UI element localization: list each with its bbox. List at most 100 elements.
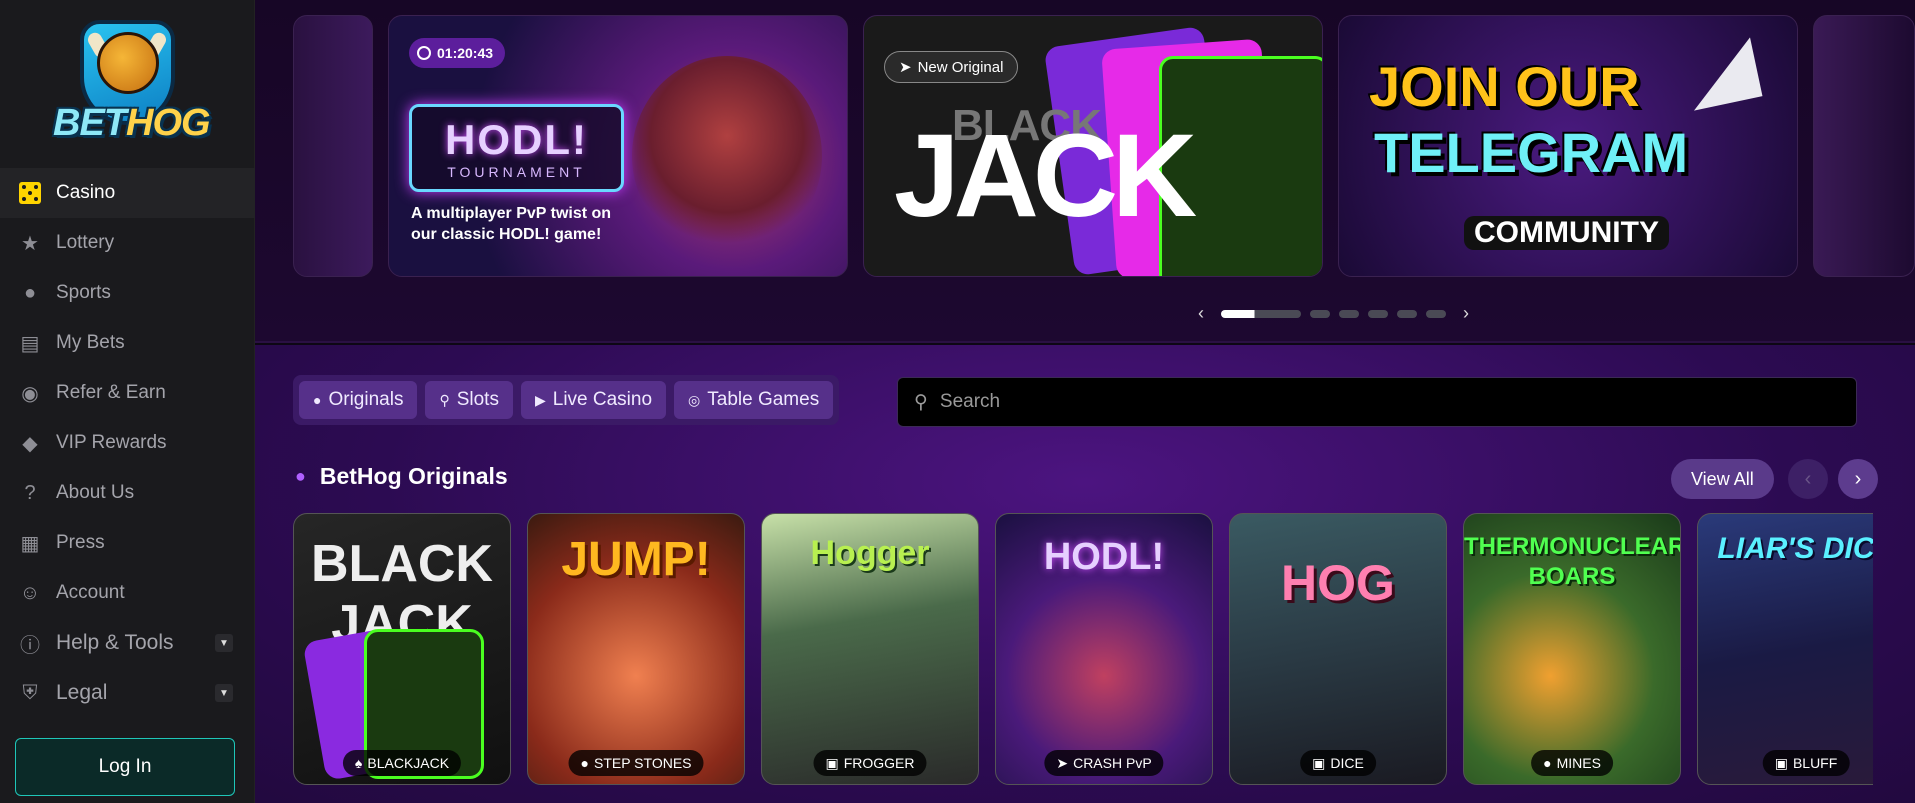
section-header: ● BetHog Originals — [295, 463, 508, 490]
chevron-right-icon: › — [1854, 467, 1862, 490]
pager-dot[interactable] — [1310, 309, 1330, 318]
game-tile-mines[interactable]: THERMONUCLEAR BOARS ● MINES — [1463, 513, 1681, 785]
sidebar-item-label: About Us — [56, 482, 135, 503]
pager-dot[interactable] — [1426, 309, 1446, 318]
tile-label-text: DICE — [1330, 755, 1364, 771]
new-original-text: New Original — [917, 58, 1004, 76]
sidebar-item-vip-rewards[interactable]: ◆ VIP Rewards — [0, 418, 255, 468]
banner-hodl-tournament[interactable]: 01:20:43 HODL! TOURNAMENT A multiplayer … — [388, 15, 848, 277]
sidebar-item-label: Account — [56, 582, 125, 603]
new-original-badge: ➤ New Original — [884, 51, 1019, 83]
sidebar-item-sports[interactable]: ● Sports — [0, 268, 255, 318]
promo-carousel: 01:20:43 HODL! TOURNAMENT A multiplayer … — [255, 0, 1915, 343]
sidebar-item-label: VIP Rewards — [56, 432, 167, 453]
tile-art-title: HOG — [1281, 555, 1395, 611]
blackjack-word-jack: JACK — [894, 110, 1197, 242]
game-tile-frogger[interactable]: Hogger ▣ FROGGER — [761, 513, 979, 785]
pager-dot[interactable] — [1221, 309, 1301, 318]
piggy-bank-icon: ◉ — [21, 382, 39, 405]
tile-label-text: BLUFF — [1792, 755, 1838, 771]
logo-word-bet: BET — [53, 102, 127, 144]
tile-label: ➤ CRASH PvP — [1044, 750, 1164, 776]
game-tile-step-stones[interactable]: JUMP! ● STEP STONES — [527, 513, 745, 785]
tab-live-casino[interactable]: ▶ Live Casino — [520, 381, 667, 419]
hodl-tournament-logo: HODL! TOURNAMENT — [409, 104, 624, 192]
user-icon: ☺ — [19, 581, 41, 604]
sidebar-item-about-us[interactable]: ? About Us — [0, 468, 255, 518]
ball-icon: ● — [23, 281, 37, 304]
tile-art-title: Hogger — [810, 534, 930, 572]
chevron-down-icon[interactable]: ▼ — [215, 684, 233, 702]
game-tile-dice[interactable]: HOG ▣ DICE — [1229, 513, 1447, 785]
scroll-right-button[interactable]: › — [1838, 459, 1878, 499]
tile-label-text: FROGGER — [843, 755, 915, 771]
telegram-line-1: JOIN OUR — [1369, 55, 1640, 118]
tile-label-text: MINES — [1556, 755, 1601, 771]
chevron-right-icon[interactable]: › — [1455, 303, 1477, 324]
countdown-text: 01:20:43 — [437, 45, 494, 61]
shield-icon: ⛨ — [22, 681, 38, 704]
telegram-line-3: COMMUNITY — [1464, 216, 1669, 250]
paper-plane-icon — [1681, 37, 1763, 111]
tab-originals[interactable]: ● Originals — [299, 381, 418, 419]
gamepad-icon: ▣ — [825, 754, 839, 771]
pager-dot[interactable] — [1368, 309, 1388, 318]
pager-dot[interactable] — [1397, 309, 1417, 318]
question-icon: ? — [24, 481, 36, 504]
rocket-icon: ➤ — [899, 59, 912, 76]
sidebar-item-label: Refer & Earn — [56, 382, 166, 403]
die-icon: ▣ — [1312, 754, 1326, 771]
game-tile-bluff[interactable]: LIAR'S DICE ▣BLUFF — [1697, 513, 1873, 785]
hodl-description: A multiplayer PvP twist on our classic H… — [411, 205, 612, 243]
bomb-icon: ● — [1543, 755, 1552, 771]
bethog-logo[interactable]: BETHOG — [45, 12, 211, 152]
play-icon: ▶ — [534, 391, 546, 408]
sidebar-item-lottery[interactable]: ★ Lottery — [0, 218, 255, 268]
tile-art-title: JUMP! — [561, 533, 711, 586]
logo-wordmark: BETHOG — [53, 102, 211, 145]
tile-label: ● STEP STONES — [568, 750, 704, 776]
footprint-icon: ● — [580, 755, 589, 771]
tab-label: Table Games — [707, 389, 820, 410]
banner-next-partial[interactable] — [1813, 15, 1915, 277]
tab-label: Live Casino — [552, 389, 653, 410]
game-tile-blackjack[interactable]: BLACK JACK ♠ BLACKJACK — [293, 513, 511, 785]
tab-label: Originals — [328, 389, 404, 410]
tab-table-games[interactable]: ◎ Table Games — [674, 381, 834, 419]
sidebar-item-account[interactable]: ☺ Account — [0, 568, 255, 618]
dice-icon — [18, 181, 42, 205]
joystick-icon: ⚲ — [439, 391, 450, 408]
sidebar-item-label: Casino — [56, 182, 116, 203]
tile-label: ▣ DICE — [1300, 750, 1376, 776]
game-tile-crash-pvp[interactable]: HODL! ➤ CRASH PvP — [995, 513, 1213, 785]
logo-boar-head — [97, 32, 159, 94]
banner-blackjack[interactable]: ➤ New Original BLACK JACK — [863, 15, 1323, 277]
countdown-badge: 01:20:43 — [409, 38, 506, 68]
sidebar-item-refer-earn[interactable]: ◉ Refer & Earn — [0, 368, 255, 418]
search-input[interactable] — [939, 391, 1840, 413]
banner-telegram[interactable]: JOIN OUR TELEGRAM COMMUNITY — [1338, 15, 1798, 277]
chevron-left-icon[interactable]: ‹ — [1190, 303, 1212, 324]
sidebar-item-press[interactable]: ▦ Press — [0, 518, 255, 568]
sidebar-item-my-bets[interactable]: ▤ My Bets — [0, 318, 255, 368]
category-tabs: ● Originals ⚲ Slots ▶ Live Casino ◎ Table Ga… — [293, 375, 840, 425]
person-icon: ● — [295, 466, 306, 486]
tab-slots[interactable]: ⚲ Slots — [425, 381, 513, 419]
sidebar-item-casino[interactable]: Casino — [0, 168, 255, 218]
chevron-down-icon[interactable]: ▼ — [215, 634, 233, 652]
banner-previous-partial[interactable] — [293, 15, 373, 277]
rocket-icon: ➤ — [1056, 754, 1069, 771]
tile-label: ♠ BLACKJACK — [342, 750, 462, 776]
main-content: ● Originals ⚲ Slots ▶ Live Casino ◎ Table Ga… — [255, 345, 1915, 803]
sidebar-item-help-tools[interactable]: ⓘ Help & Tools ▼ — [0, 618, 255, 668]
scroll-left-button[interactable]: ‹ — [1788, 459, 1828, 499]
sidebar-item-label: Sports — [56, 282, 111, 303]
view-all-button[interactable]: View All — [1671, 459, 1774, 499]
pager-dot[interactable] — [1339, 309, 1359, 318]
sidebar-item-legal[interactable]: ⛨ Legal ▼ — [0, 668, 255, 718]
search-bar: ⚲ — [897, 377, 1857, 427]
sidebar-item-label: Lottery — [56, 232, 115, 253]
tab-label: Slots — [456, 389, 499, 410]
login-button[interactable]: Log In — [15, 738, 235, 796]
diamond-icon: ◆ — [22, 432, 38, 455]
